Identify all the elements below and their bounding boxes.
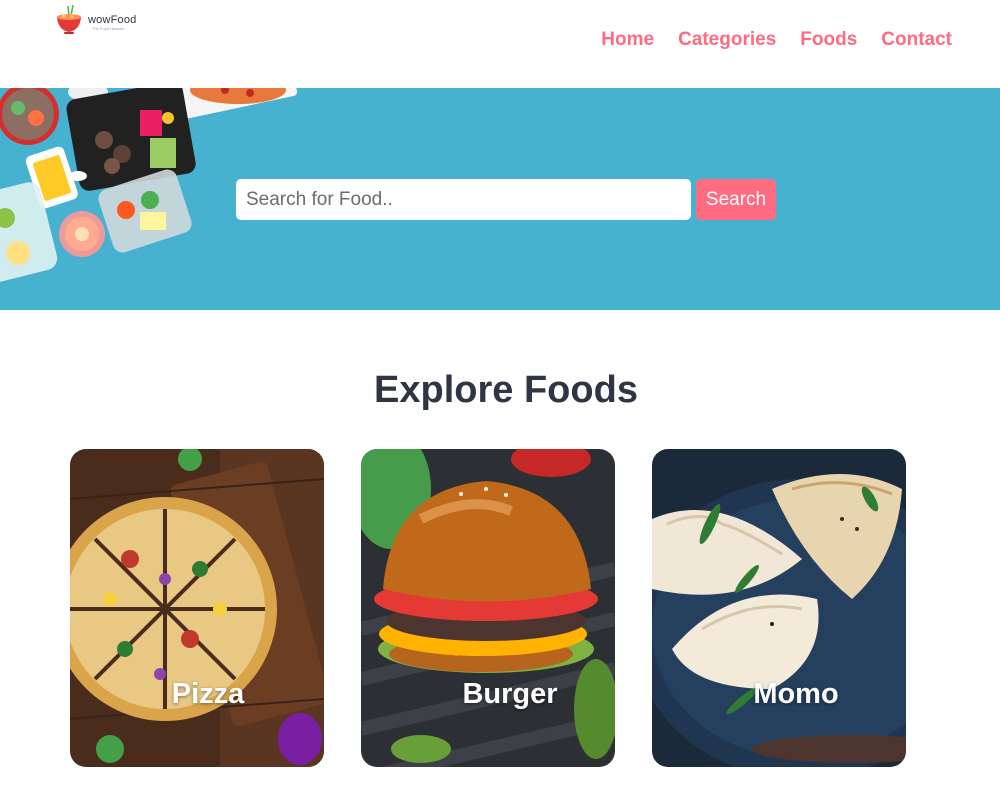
nav-link-foods[interactable]: Foods — [800, 29, 857, 51]
brand-name: wowFood — [88, 14, 137, 26]
category-card-momo[interactable]: Momo — [652, 449, 906, 767]
search-form: Search — [236, 179, 776, 220]
bowl-logo-icon — [57, 4, 81, 34]
category-label-pizza: Pizza — [171, 678, 245, 710]
momo-image — [652, 449, 906, 767]
logo[interactable]: wowFood The Food Heaven — [54, 4, 154, 38]
category-label-momo: Momo — [753, 678, 839, 710]
category-card-burger[interactable]: Burger — [361, 449, 615, 767]
nav-link-home[interactable]: Home — [601, 29, 654, 51]
search-button[interactable]: Search — [696, 179, 776, 220]
category-label-burger: Burger — [462, 678, 558, 710]
food-search-hero: Search — [0, 88, 1000, 310]
nav-link-contact[interactable]: Contact — [881, 29, 952, 51]
pizza-image — [70, 449, 324, 767]
burger-image — [361, 449, 615, 767]
main-menu: Home Categories Foods Contact — [601, 29, 952, 51]
navbar: wowFood The Food Heaven Home Categories … — [0, 0, 1000, 88]
food-search-input[interactable] — [236, 179, 691, 220]
nav-link-categories[interactable]: Categories — [678, 29, 776, 51]
brand-tagline: The Food Heaven — [92, 26, 125, 31]
explore-foods-heading: Explore Foods — [374, 369, 638, 411]
category-card-pizza[interactable]: Pizza — [70, 449, 324, 767]
